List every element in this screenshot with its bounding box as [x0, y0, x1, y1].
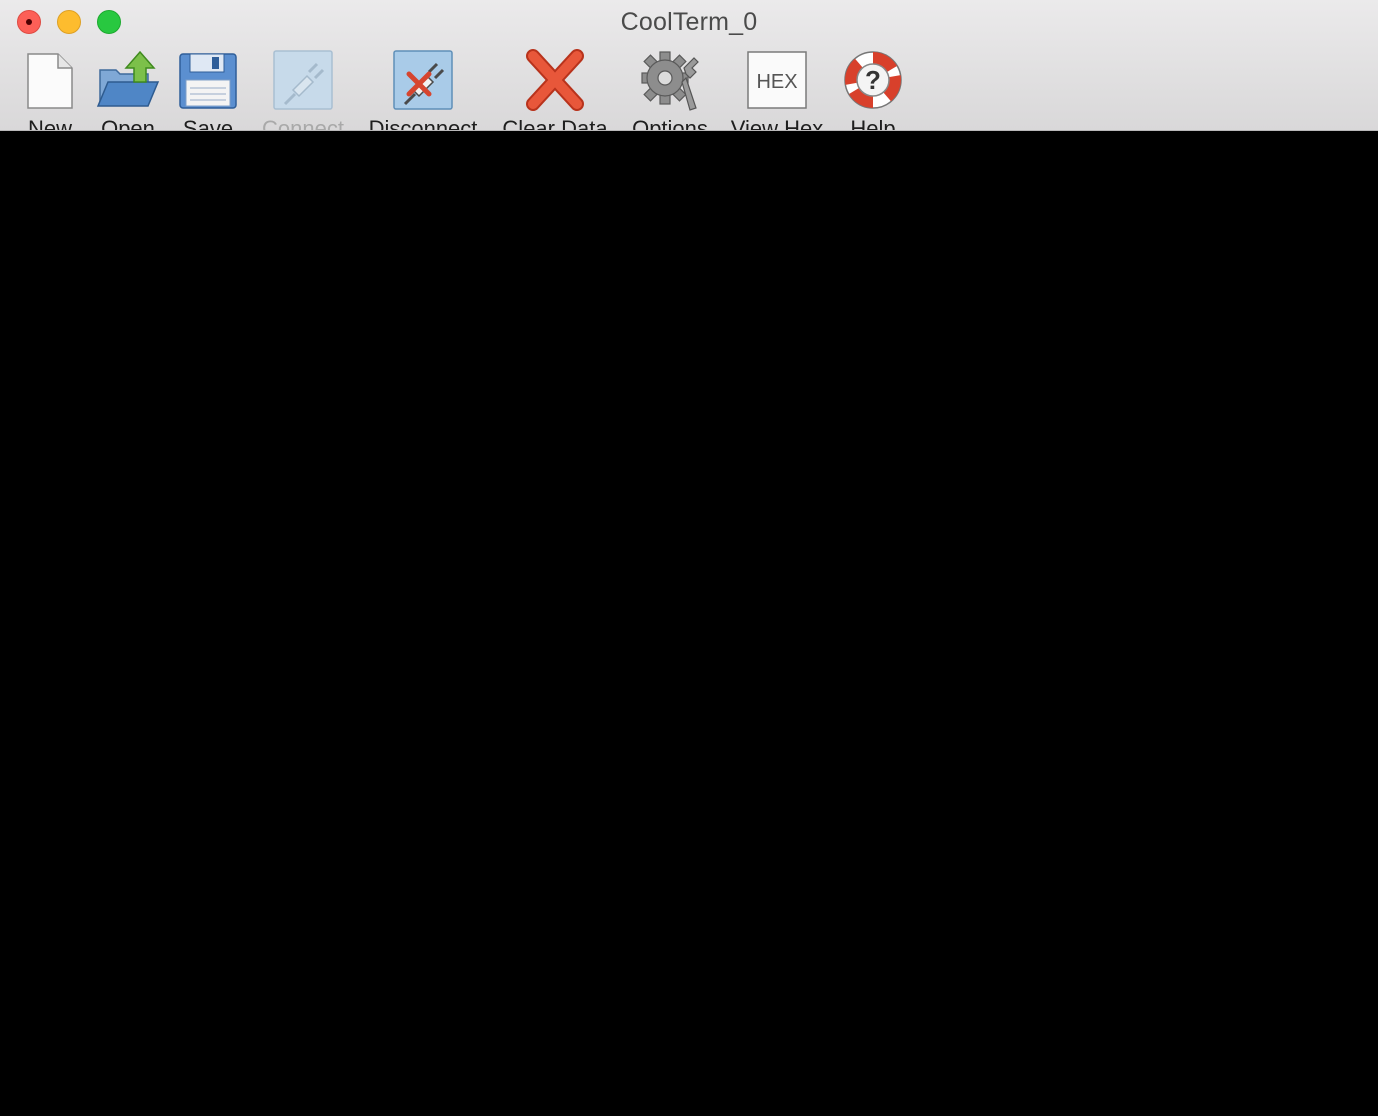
options-button[interactable]: Options [626, 48, 714, 131]
options-label: Options [632, 116, 708, 131]
connect-label: Connect [262, 116, 344, 131]
disconnect-button[interactable]: Disconnect [362, 48, 484, 131]
lifebuoy-icon: ? [844, 51, 902, 109]
gear-wrench-icon [641, 51, 699, 111]
terminal-output-area[interactable] [0, 131, 1378, 1116]
disconnect-label: Disconnect [368, 116, 478, 131]
new-button[interactable]: New [18, 48, 82, 131]
floppy-disk-icon [179, 53, 237, 109]
view-hex-label: View Hex [730, 116, 824, 131]
open-label: Open [101, 116, 155, 131]
hex-icon: HEX [747, 51, 807, 109]
help-button[interactable]: ? Help [838, 48, 908, 131]
coolterm-window: CoolTerm_0 New Open Save Connect Disconn… [0, 0, 1378, 1116]
title-toolbar-area: CoolTerm_0 New Open Save Connect Disconn… [0, 0, 1378, 131]
window-title: CoolTerm_0 [620, 8, 758, 36]
red-x-icon [526, 49, 584, 111]
open-button[interactable]: Open [96, 48, 160, 131]
clear-data-button[interactable]: Clear Data [497, 48, 613, 131]
view-hex-button[interactable]: HEX View Hex [726, 48, 828, 131]
hex-icon-text: HEX [756, 71, 797, 93]
open-folder-icon [96, 50, 160, 107]
save-label: Save [182, 116, 234, 131]
connect-plug-icon [273, 50, 333, 110]
save-button[interactable]: Save [176, 48, 240, 131]
help-label: Help [850, 116, 896, 131]
help-icon-text: ? [865, 65, 881, 95]
new-document-icon [27, 53, 73, 109]
connect-button[interactable]: Connect [258, 48, 348, 131]
disconnect-plug-icon [393, 50, 453, 110]
clear-data-label: Clear Data [502, 116, 608, 131]
new-label: New [27, 116, 72, 131]
